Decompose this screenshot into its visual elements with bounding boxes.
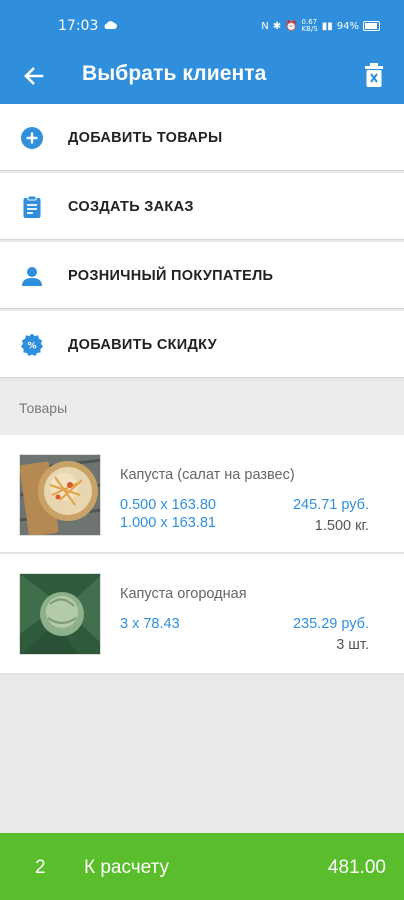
nfc-icon: N [261,20,269,32]
product-price: 235.29 руб. [292,616,369,632]
person-icon [22,267,42,286]
status-bar: 17:03 N ✱ ⏰ 0.67 KB/S ▮▮ 94% [0,0,404,50]
percent-badge-icon: % [20,333,44,356]
checkout-button[interactable]: 2 К расчету 481.00 [0,833,404,900]
product-line-1: 0.500 x 163.80 [120,497,216,513]
list-item[interactable]: Капуста огородная 3 x 78.43 235.29 руб. … [0,554,404,675]
product-price: 245.71 руб. [292,497,369,513]
add-circle-icon [21,127,43,149]
add-discount-button[interactable]: % ДОБАВИТЬ СКИДКУ [0,311,404,377]
status-icons: N ✱ ⏰ 0.67 KB/S ▮▮ 94% [261,19,380,33]
alarm-icon: ⏰ [285,20,298,32]
battery-icon [363,21,380,31]
trash-icon[interactable] [362,61,386,89]
list-item[interactable]: Капуста (салат на развес) 0.500 x 163.80… [0,435,404,554]
app-bar: Выбрать клиента [0,50,404,104]
product-name: Капуста (салат на развес) [120,467,295,483]
section-title: Товары [19,400,68,416]
menu-item-label: РОЗНИЧНЫЙ ПОКУПАТЕЛЬ [68,268,274,284]
svg-text:%: % [27,342,36,352]
action-menu: ДОБАВИТЬ ТОВАРЫ СОЗДАТЬ ЗАКАЗ РОЗНИЧНЫЙ … [0,104,404,380]
menu-item-label: СОЗДАТЬ ЗАКАЗ [68,199,194,215]
arrow-left-icon[interactable] [18,61,48,91]
status-time: 17:03 [58,18,99,34]
menu-item-label: ДОБАВИТЬ ТОВАРЫ [68,130,223,146]
product-image-sauerkraut [19,454,101,536]
product-name: Капуста огородная [120,586,247,602]
product-list: Капуста (салат на развес) 0.500 x 163.80… [0,435,404,675]
menu-item-label: ДОБАВИТЬ СКИДКУ [68,337,217,353]
order-total: 481.00 [327,857,386,878]
product-image-cabbage [19,573,101,655]
clipboard-icon [23,195,41,218]
checkout-label: К расчету [84,857,170,878]
cloud-icon [104,21,117,29]
signal-icon: ▮▮ [321,20,333,32]
net-speed: 0.67 KB/S [301,18,318,33]
retail-customer-button[interactable]: РОЗНИЧНЫЙ ПОКУПАТЕЛЬ [0,242,404,308]
battery-percent: 94% [336,20,359,32]
add-products-button[interactable]: ДОБАВИТЬ ТОВАРЫ [0,104,404,170]
product-quantity: 3 шт. [336,637,369,653]
product-line-2: 1.000 x 163.81 [120,515,216,531]
page-title: Выбрать клиента [82,62,267,85]
product-line-1: 3 x 78.43 [120,616,180,632]
products-section-header: Товары [0,381,404,435]
item-count: 2 [35,857,46,878]
bluetooth-icon: ✱ [272,20,282,32]
product-quantity: 1.500 кг. [314,518,369,534]
create-order-button[interactable]: СОЗДАТЬ ЗАКАЗ [0,173,404,239]
